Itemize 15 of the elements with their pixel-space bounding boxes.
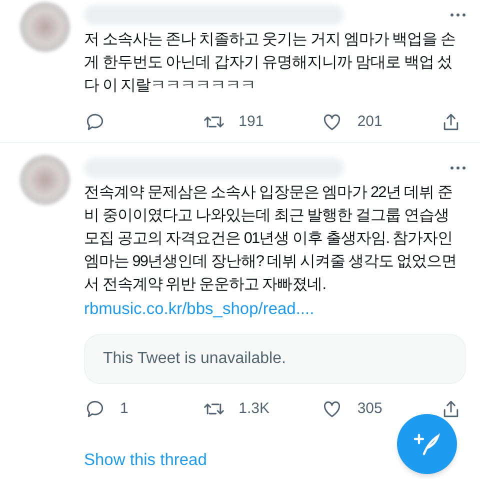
action-count: 191 — [238, 112, 264, 132]
compose-tweet-button[interactable] — [397, 414, 457, 474]
tweet-text: 전속계약 문제삼은 소속사 입장문은 엠마가 22년 데뷔 준비 중이이였다고 나와있는데 최근 발행한 걸그룹 연습생 모집 공고의 자격요건은 01년생 이후 출생자임. 참가자인 엠마는 99년생인데 장난해? 데뷔 시켜줄 생각도 없었으면서 전속계약 위반 운운하고 자빠졌네. — [84, 182, 458, 294]
avatar — [20, 154, 70, 204]
action-count: 1 — [120, 398, 128, 418]
quoted-tweet-card[interactable]: This Tweet is unavailable. — [84, 334, 466, 384]
action-count: 201 — [357, 112, 382, 132]
show-thread-link[interactable]: Show this thread — [84, 448, 207, 473]
tweet-link[interactable]: rbmusic.co.kr/bbs_shop/read.... — [84, 296, 314, 322]
action-count: 1.3K — [238, 398, 270, 418]
more-icon[interactable] — [450, 166, 466, 170]
avatar — [20, 2, 70, 52]
more-icon[interactable] — [450, 13, 466, 17]
action-count: 305 — [357, 398, 382, 418]
tweet-text: 저 소속사는 존나 치졸하고 웃기는 거지 엠마가 백업을 손게 한두번도 아닌데 갑자기 유명해지니까 맘대로 백업 섰다 이 지랄ㅋㅋㅋㅋㅋㅋㅋ — [84, 30, 456, 96]
